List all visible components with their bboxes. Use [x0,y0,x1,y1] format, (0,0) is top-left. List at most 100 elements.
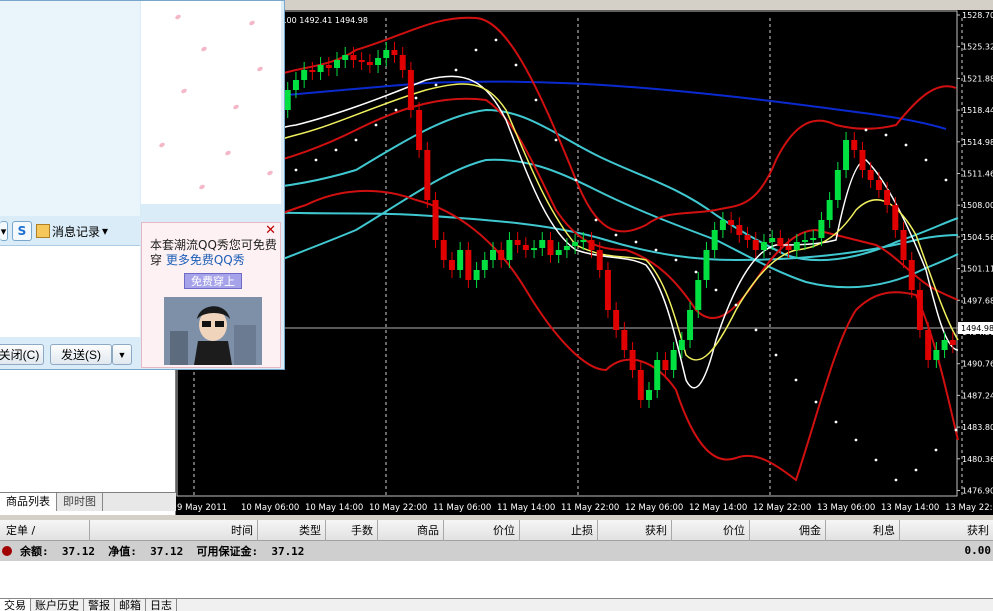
time-tick-label: 10 May 06:00 [241,503,299,513]
candle-body [342,55,349,60]
col-type[interactable]: 类型 [258,520,326,541]
avatar-figure [164,297,262,365]
sync-icon[interactable]: S [12,221,32,241]
sar-dot [554,138,558,142]
close-icon[interactable]: ✕ [265,224,276,238]
col-lots[interactable]: 手数 [326,520,378,541]
candle-body [284,90,291,110]
candle-body [908,260,915,290]
sar-dot [494,38,498,42]
balance-row[interactable]: 余额: 37.12 净值: 37.12 可用保证金: 37.12 0.00 [0,541,993,561]
col-take-profit[interactable]: 获利 [598,520,672,541]
send-options-button[interactable]: ▼ [112,344,132,365]
qq-chat-window: ▾ S 消息记录 ▾ 关闭(C) 发送(S) ▼ ✕ 本套潮流QQ秀您可免费穿 … [0,0,285,370]
close-button[interactable]: 关闭(C) [0,344,44,365]
candle-body [457,250,464,270]
petal-decoration [158,141,166,149]
candle-body [416,110,423,150]
ad-text: 本套潮流QQ秀您可免费穿 更多免费QQ秀 [150,238,278,268]
candle-body [695,280,702,310]
col-current-price[interactable]: 价位 [672,520,750,541]
tab-account-history[interactable]: 账户历史 [31,599,84,611]
candle-body [613,310,620,330]
time-tick-label: 12 May 06:00 [625,503,683,513]
balance-icon [2,546,12,556]
candle-body [777,238,784,246]
candle-body [678,340,685,350]
wear-free-button[interactable]: 免费穿上 [184,273,242,289]
candle-body [424,150,431,200]
tab-trade[interactable]: 交易 [0,599,31,611]
message-history-button[interactable]: 消息记录 ▾ [36,223,108,240]
price-tick-label: 1504.56 [962,233,993,242]
petal-decoration [248,19,256,27]
price-tick-label: 1525.32 [962,43,993,52]
sar-dot [864,128,868,132]
candle-body [391,50,398,55]
price-tick-label: 1514.98 [962,138,993,147]
col-profit[interactable]: 获利 [900,520,993,541]
time-tick-label: 10 May 22:00 [369,503,427,513]
qq-show-preview [141,1,281,204]
time-tick-label: 9 May 2011 [177,503,227,513]
candle-body [375,58,382,65]
sar-dot [374,123,378,127]
col-commission[interactable]: 佣金 [750,520,826,541]
col-order[interactable]: 定单 / [0,520,90,541]
chat-history-area[interactable] [0,1,140,216]
sar-dot [654,248,658,252]
candle-body [851,140,858,150]
tab-mailbox[interactable]: 邮箱 [115,599,146,611]
sar-dot [534,98,538,102]
candle-body [407,70,414,110]
sar-dot [694,270,698,274]
candle-body [473,270,480,280]
candle-body [760,242,767,250]
candle-body [498,250,505,260]
history-icon [36,224,50,238]
tab-symbols[interactable]: 商品列表 [0,493,57,511]
qq-show-ad: ✕ 本套潮流QQ秀您可免费穿 更多免费QQ秀 免费穿上 [141,222,281,368]
candle-body [514,240,521,245]
petal-decoration [180,87,188,95]
candle-body [719,220,726,230]
sar-dot [794,378,798,382]
candle-body [366,62,373,65]
tab-journal[interactable]: 日志 [146,599,177,611]
orders-table-header: 定单 / 时间 类型 手数 商品 价位 止损 获利 价位 佣金 利息 获利 [0,520,993,541]
tab-tick-chart[interactable]: 即时图 [57,493,103,511]
send-button[interactable]: 发送(S) [50,344,112,365]
sar-dot [834,420,838,424]
col-symbol[interactable]: 商品 [378,520,444,541]
candle-body [440,240,447,260]
candle-body [810,238,817,240]
candle-body [892,205,899,230]
col-stop-loss[interactable]: 止损 [520,520,598,541]
message-input[interactable] [0,245,140,337]
chart-canvas[interactable]: .00 1492.41 1494.98 1528.70 1525.32 1521.8… [176,10,993,515]
candle-body [949,340,956,345]
col-time[interactable]: 时间 [90,520,258,541]
more-free-link[interactable]: 更多免费QQ秀 [166,253,245,267]
time-tick-label: 13 May 22:00 [945,503,993,513]
tab-alerts[interactable]: 警报 [84,599,115,611]
time-tick-label: 11 May 22:00 [561,503,619,513]
petal-decoration [256,65,264,73]
candle-body [916,290,923,330]
sar-dot [774,353,778,357]
candle-body [301,70,308,80]
candle-body [580,240,587,242]
price-tick-label: 1518.44 [962,106,993,115]
candle-body [629,350,636,370]
price-chart[interactable]: .00 1492.41 1494.98 1528.70 1525.32 1521.8… [176,10,993,515]
col-swap[interactable]: 利息 [826,520,900,541]
dropdown-icon[interactable]: ▾ [0,221,8,241]
balance-summary: 余额: 37.12 净值: 37.12 可用保证金: 37.12 [20,545,305,558]
col-price[interactable]: 价位 [444,520,520,541]
sar-dot [614,233,618,237]
candle-body [506,240,513,260]
candle-body [752,240,759,250]
candle-body [448,260,455,270]
sar-dot [814,400,818,404]
sar-dot [914,468,918,472]
